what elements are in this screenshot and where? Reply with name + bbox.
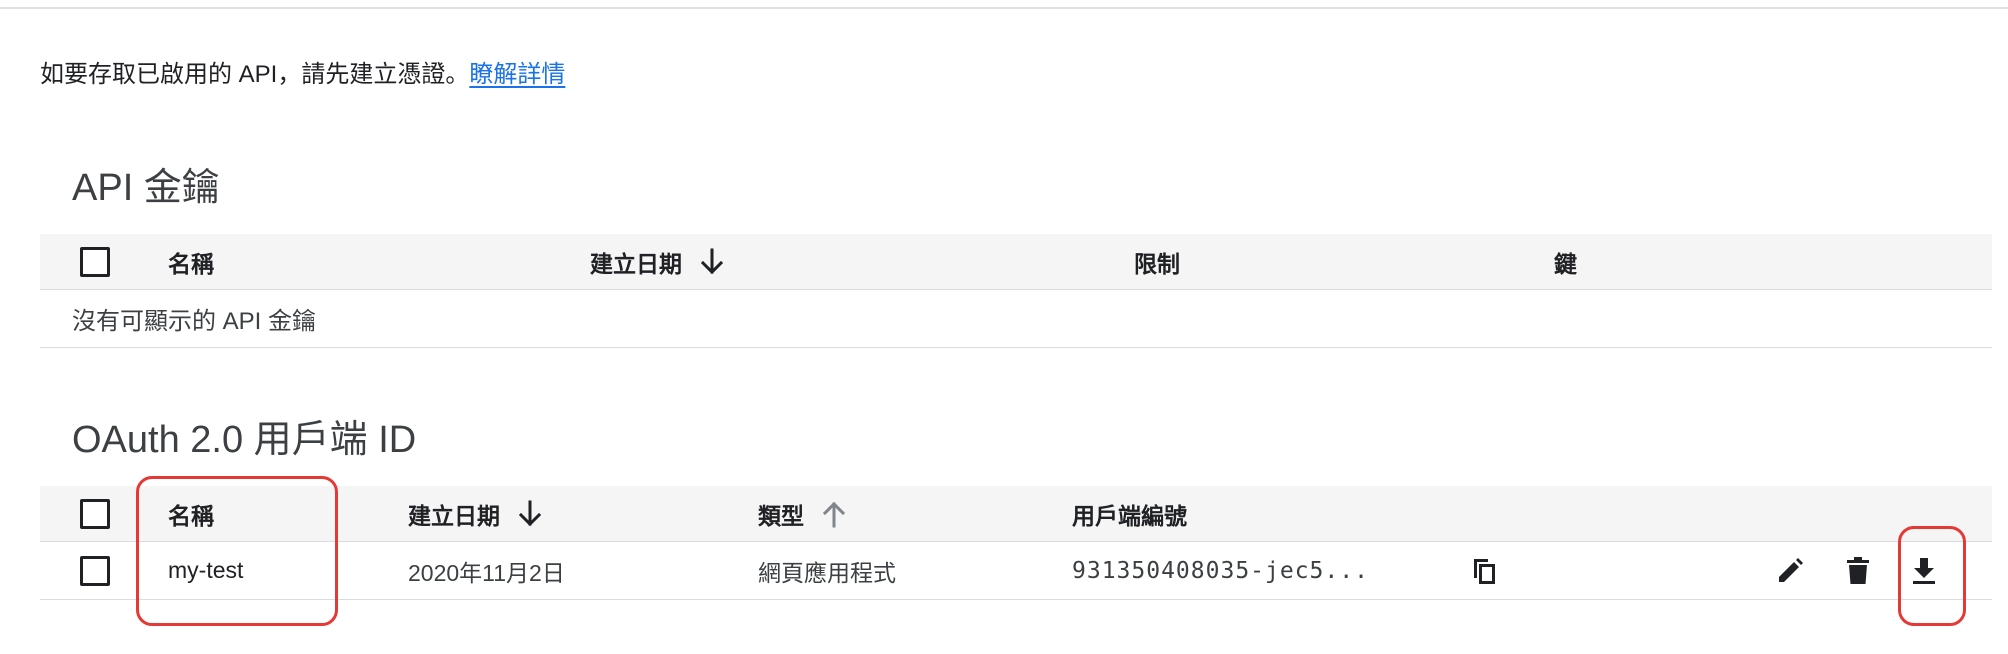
oauth-table: 名稱 建立日期 類型 用戶端編號 my-test 2020年11月2日 網頁應用… bbox=[40, 486, 1992, 600]
api-keys-select-all bbox=[80, 234, 110, 289]
col-created-label: 建立日期 bbox=[590, 250, 682, 277]
top-divider bbox=[0, 7, 2008, 9]
col-restrictions[interactable]: 限制 bbox=[1134, 234, 1180, 289]
row-select bbox=[80, 542, 110, 599]
client-type: 網頁應用程式 bbox=[758, 559, 896, 586]
edit-icon[interactable] bbox=[1770, 551, 1810, 591]
col-client-id[interactable]: 用戶端編號 bbox=[1072, 486, 1187, 541]
oauth-header-row: 名稱 建立日期 類型 用戶端編號 bbox=[40, 486, 1992, 542]
intro-text: 如要存取已啟用的 API，請先建立憑證。 bbox=[40, 61, 470, 88]
learn-more-link[interactable]: 瞭解詳情 bbox=[469, 61, 565, 88]
api-keys-title: API 金鑰 bbox=[72, 167, 220, 209]
row-checkbox[interactable] bbox=[80, 555, 110, 586]
col-key[interactable]: 鍵 bbox=[1554, 234, 1577, 289]
api-keys-table: 名稱 建立日期 限制 鍵 沒有可顯示的 API 金鑰 bbox=[40, 234, 1992, 348]
select-all-checkbox[interactable] bbox=[80, 246, 110, 277]
client-name-link[interactable]: my-test bbox=[168, 542, 243, 599]
col-created-label: 建立日期 bbox=[408, 502, 500, 529]
col-name[interactable]: 名稱 bbox=[168, 234, 214, 289]
table-row[interactable]: my-test 2020年11月2日 網頁應用程式 931350408035-j… bbox=[40, 542, 1992, 600]
arrow-down-icon[interactable] bbox=[518, 500, 542, 528]
select-all-checkbox[interactable] bbox=[80, 498, 110, 529]
col-type[interactable]: 類型 bbox=[758, 486, 846, 541]
col-type-label: 類型 bbox=[758, 502, 804, 529]
credentials-intro: 如要存取已啟用的 API，請先建立憑證。瞭解詳情 bbox=[40, 58, 565, 92]
api-keys-empty-row: 沒有可顯示的 API 金鑰 bbox=[40, 290, 1992, 348]
col-name[interactable]: 名稱 bbox=[168, 486, 214, 541]
download-icon[interactable] bbox=[1904, 551, 1944, 591]
trash-icon[interactable] bbox=[1838, 551, 1878, 591]
copy-icon[interactable] bbox=[1464, 551, 1504, 591]
client-created-date: 2020年11月2日 bbox=[408, 559, 565, 586]
empty-message: 沒有可顯示的 API 金鑰 bbox=[72, 308, 317, 335]
oauth-title: OAuth 2.0 用戶端 ID bbox=[72, 419, 417, 461]
api-keys-header-row: 名稱 建立日期 限制 鍵 bbox=[40, 234, 1992, 290]
col-created[interactable]: 建立日期 bbox=[590, 234, 724, 289]
col-created[interactable]: 建立日期 bbox=[408, 486, 542, 541]
arrow-up-icon[interactable] bbox=[822, 500, 846, 528]
oauth-select-all bbox=[80, 486, 110, 541]
client-id-value: 931350408035-jec5... bbox=[1072, 557, 1369, 584]
arrow-down-icon[interactable] bbox=[700, 248, 724, 276]
